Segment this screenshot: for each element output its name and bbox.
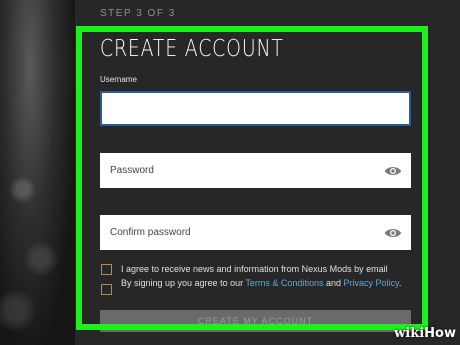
eye-icon[interactable]: [384, 227, 402, 239]
newsletter-checkbox[interactable]: [101, 264, 112, 275]
terms-prefix: By signing up you agree to our: [121, 278, 246, 288]
username-label: Username: [100, 75, 137, 84]
privacy-link[interactable]: Privacy Policy: [343, 278, 398, 288]
page-title: CREATE ACCOUNT: [100, 36, 284, 62]
terms-link[interactable]: Terms & Conditions: [245, 278, 323, 288]
password-field[interactable]: [100, 153, 411, 188]
terms-checkbox[interactable]: [101, 284, 112, 295]
step-indicator: STEP 3 OF 3: [100, 8, 176, 19]
wikihow-watermark: wikiHow: [394, 326, 456, 341]
eye-icon[interactable]: [384, 165, 402, 177]
confirm-password-field[interactable]: [100, 215, 411, 250]
newsletter-checkbox-label: I agree to receive news and information …: [121, 264, 388, 274]
watermark-wiki: wiki: [394, 326, 425, 341]
create-account-button[interactable]: CREATE MY ACCOUNT: [100, 310, 411, 332]
terms-suffix: .: [398, 278, 402, 288]
background-image: [0, 0, 75, 345]
watermark-how: How: [424, 326, 456, 341]
username-field[interactable]: [100, 91, 411, 126]
terms-checkbox-label: By signing up you agree to our Terms & C…: [121, 278, 411, 290]
terms-and: and: [323, 278, 344, 288]
